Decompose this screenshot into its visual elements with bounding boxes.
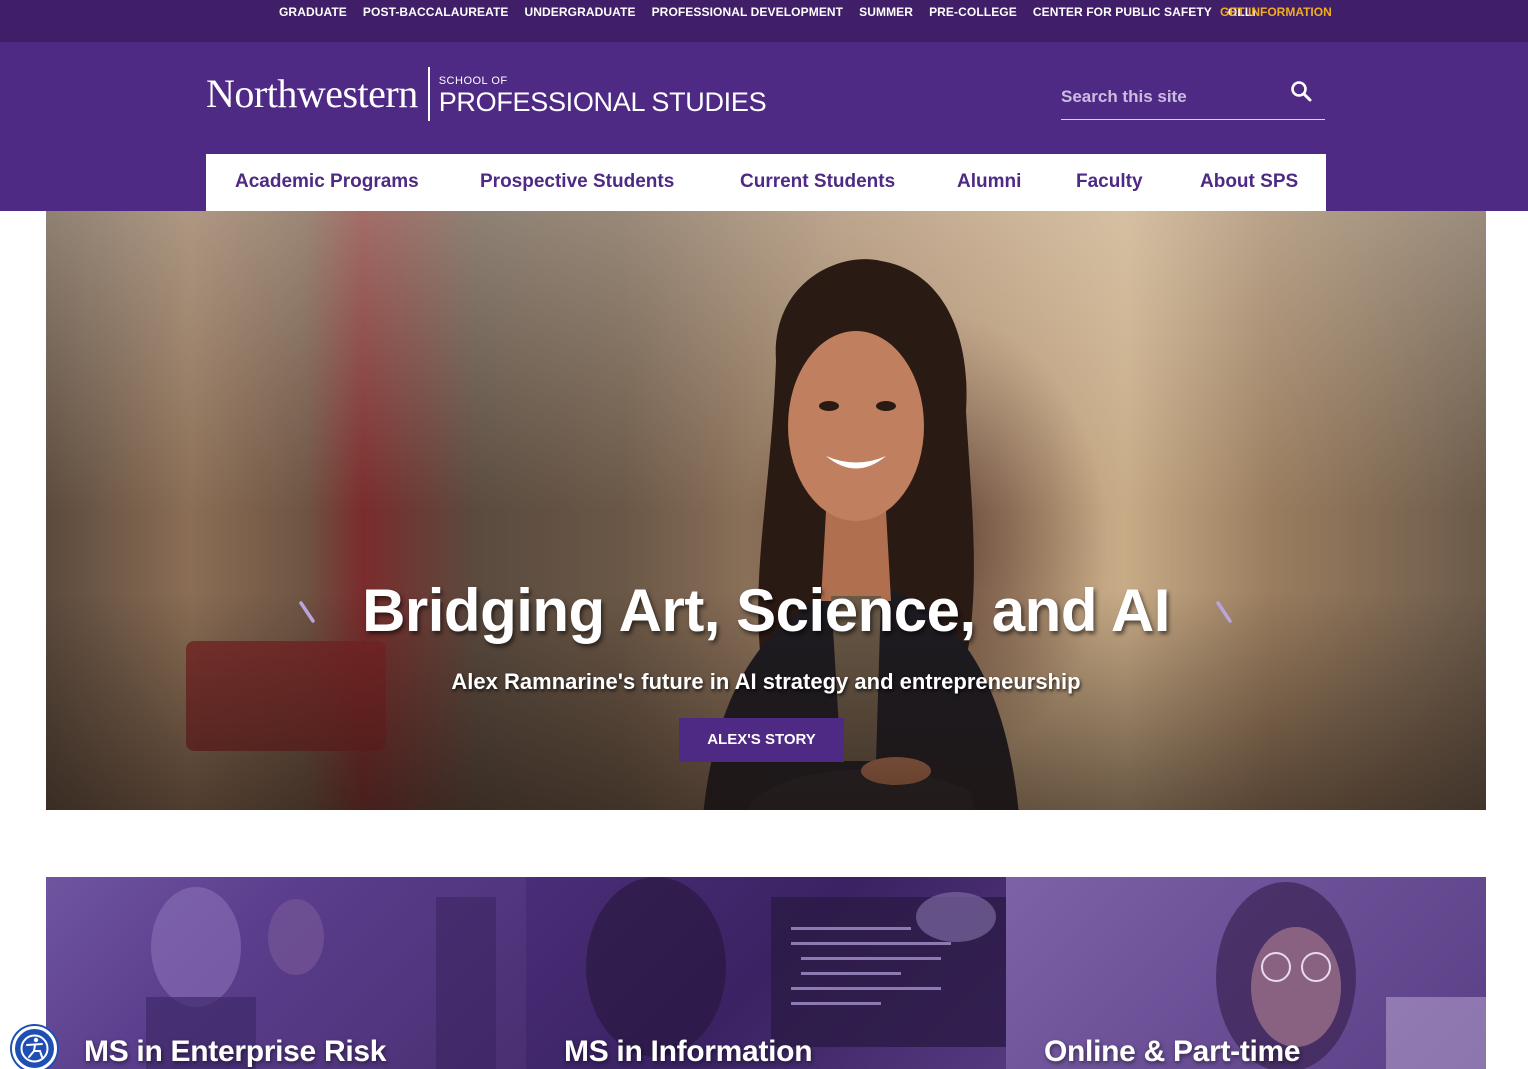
utility-bar: GRADUATE POST-BACCALAUREATE UNDERGRADUAT… xyxy=(0,0,1528,42)
program-cards: MS in Enterprise Risk MS in Information … xyxy=(46,877,1486,1069)
get-information-link[interactable]: GET INFORMATION xyxy=(1220,5,1332,19)
logo-school-of: SCHOOL OF xyxy=(438,75,508,87)
program-card-online-part-time[interactable]: Online & Part-time xyxy=(1006,877,1486,1069)
logo-school: SCHOOL OF PROFESSIONAL STUDIES xyxy=(439,71,767,117)
utility-link-pre-college[interactable]: PRE-COLLEGE xyxy=(929,5,1017,19)
accessibility-widget-button[interactable] xyxy=(12,1026,57,1069)
search-box xyxy=(1061,77,1325,120)
utility-link-summer[interactable]: SUMMER xyxy=(859,5,913,19)
nav-about-sps[interactable]: About SPS xyxy=(1200,171,1298,193)
nav-current-students[interactable]: Current Students xyxy=(740,171,895,193)
utility-link-professional-development[interactable]: PROFESSIONAL DEVELOPMENT xyxy=(652,5,844,19)
card-title-enterprise-risk: MS in Enterprise Risk xyxy=(84,1035,387,1068)
nav-prospective-students[interactable]: Prospective Students xyxy=(480,171,674,193)
program-card-enterprise-risk[interactable]: MS in Enterprise Risk xyxy=(46,877,526,1069)
hero-title-wrap: Bridging Art, Science, and AI xyxy=(46,576,1486,646)
main-nav: Academic Programs Prospective Students C… xyxy=(206,154,1326,211)
utility-link-graduate[interactable]: GRADUATE xyxy=(279,5,347,19)
accessibility-icon xyxy=(20,1034,49,1063)
hero-title: Bridging Art, Science, and AI xyxy=(362,577,1170,644)
site-logo[interactable]: Northwestern SCHOOL OF PROFESSIONAL STUD… xyxy=(206,67,767,121)
logo-school-name: PROFESSIONAL STUDIES xyxy=(438,87,767,117)
nav-faculty[interactable]: Faculty xyxy=(1076,171,1143,193)
utility-nav: GRADUATE POST-BACCALAUREATE UNDERGRADUAT… xyxy=(279,5,1256,19)
utility-link-post-baccalaureate[interactable]: POST-BACCALAUREATE xyxy=(363,5,509,19)
search-input[interactable] xyxy=(1061,83,1281,111)
nav-alumni[interactable]: Alumni xyxy=(957,171,1021,193)
right-slash-decoration xyxy=(1216,601,1232,623)
program-card-information[interactable]: MS in Information xyxy=(526,877,1006,1069)
logo-wordmark: Northwestern xyxy=(206,71,418,116)
utility-link-public-safety[interactable]: CENTER FOR PUBLIC SAFETY xyxy=(1033,5,1212,19)
search-icon[interactable] xyxy=(1289,79,1315,105)
card-title-online-part-time: Online & Part-time xyxy=(1044,1035,1301,1068)
site-header: Northwestern SCHOOL OF PROFESSIONAL STUD… xyxy=(0,42,1528,211)
card-title-information: MS in Information xyxy=(564,1035,813,1068)
hero-subtitle: Alex Ramnarine's future in AI strategy a… xyxy=(451,669,1081,694)
utility-link-undergraduate[interactable]: UNDERGRADUATE xyxy=(525,5,636,19)
nav-academic-programs[interactable]: Academic Programs xyxy=(235,171,419,193)
logo-divider xyxy=(427,67,430,121)
hero-banner: Bridging Art, Science, and AI Alex Ramna… xyxy=(46,211,1486,810)
hero-story-button[interactable]: ALEX'S STORY xyxy=(679,718,844,762)
